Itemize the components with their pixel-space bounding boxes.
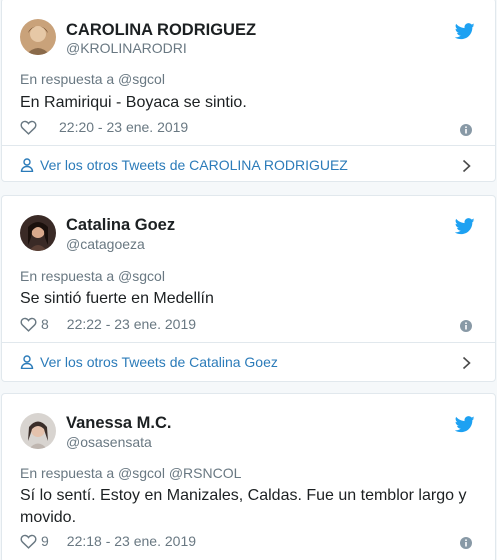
author-handle[interactable]: @catagoeza <box>66 236 145 252</box>
heart-icon[interactable] <box>20 317 37 332</box>
info-icon[interactable] <box>460 320 472 332</box>
tweet-card: Catalina Goez @catagoeza En respuesta a … <box>1 195 496 382</box>
heart-icon[interactable] <box>20 534 37 549</box>
twitter-bird-icon[interactable] <box>455 416 475 433</box>
reply-context[interactable]: En respuesta a @sgcol @RSNCOL <box>20 465 241 481</box>
twitter-bird-icon[interactable] <box>455 218 475 235</box>
more-tweets-link[interactable]: Ver los otros Tweets de CAROLINA RODRIGU… <box>20 157 348 173</box>
tweet-card: Vanessa M.C. @osasensata En respuesta a … <box>1 393 496 560</box>
author-name[interactable]: Vanessa M.C. <box>66 414 171 433</box>
more-tweets-link[interactable]: Ver los otros Tweets de Catalina Goez <box>20 354 278 370</box>
heart-icon[interactable] <box>20 120 37 135</box>
author-name[interactable]: CAROLINA RODRIGUEZ <box>66 21 256 40</box>
avatar[interactable] <box>20 413 56 449</box>
timestamp[interactable]: 22:18 - 23 ene. 2019 <box>67 533 196 549</box>
tweet-meta: 8 22:22 - 23 ene. 2019 <box>20 316 196 332</box>
person-icon <box>20 158 34 172</box>
tweet-text: Se sintió fuerte en Medellín <box>20 290 214 307</box>
info-icon[interactable] <box>460 124 472 136</box>
more-tweets-label[interactable]: Ver los otros Tweets de CAROLINA RODRIGU… <box>40 157 348 173</box>
chevron-right-icon[interactable] <box>462 159 471 173</box>
timestamp[interactable]: 22:22 - 23 ene. 2019 <box>67 316 196 332</box>
author-handle[interactable]: @KROLINARODRI <box>66 40 187 56</box>
tweet-meta: 9 22:18 - 23 ene. 2019 <box>20 533 196 549</box>
info-icon[interactable] <box>460 537 472 549</box>
like-count[interactable]: 8 <box>41 316 49 332</box>
tweet-text: Sí lo sentí. Estoy en Manizales, Caldas.… <box>20 487 467 526</box>
person-icon <box>20 355 34 369</box>
timestamp[interactable]: 22:20 - 23 ene. 2019 <box>59 119 188 135</box>
twitter-bird-icon[interactable] <box>455 23 475 40</box>
like-count[interactable]: 9 <box>41 533 49 549</box>
tweet-meta: 22:20 - 23 ene. 2019 <box>20 119 188 135</box>
author-handle[interactable]: @osasensata <box>66 434 152 450</box>
divider <box>2 342 495 343</box>
avatar[interactable] <box>20 215 56 251</box>
tweet-card: CAROLINA RODRIGUEZ @KROLINARODRI En resp… <box>1 0 496 182</box>
chevron-right-icon[interactable] <box>462 356 471 370</box>
more-tweets-label[interactable]: Ver los otros Tweets de Catalina Goez <box>40 354 278 370</box>
reply-context[interactable]: En respuesta a @sgcol <box>20 71 165 87</box>
avatar[interactable] <box>20 19 56 55</box>
reply-context[interactable]: En respuesta a @sgcol <box>20 268 165 284</box>
tweet-text: En Ramiriqui - Boyaca se sintio. <box>20 94 247 111</box>
author-name[interactable]: Catalina Goez <box>66 216 175 235</box>
divider <box>2 145 495 146</box>
